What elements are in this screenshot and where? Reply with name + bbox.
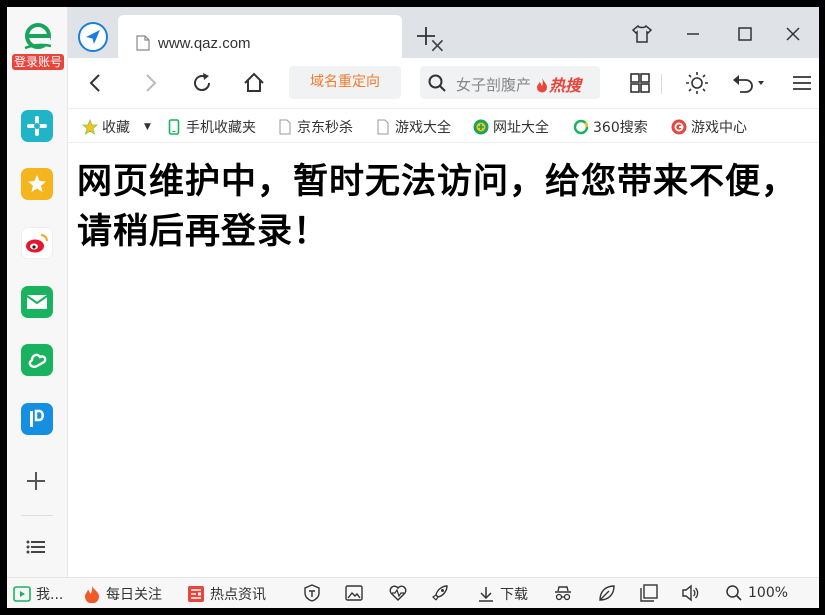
navigation-icon[interactable]: [77, 21, 109, 53]
apps-grid-icon[interactable]: [628, 71, 652, 95]
bookmark-label: 游戏中心: [691, 120, 747, 136]
news-icon: [188, 586, 204, 602]
shield-icon[interactable]: [303, 584, 321, 602]
maximize-icon[interactable]: [734, 23, 756, 45]
refresh-icon[interactable]: [190, 71, 214, 95]
bookmark-label: 360搜索: [593, 120, 648, 136]
daily-follow-label: 每日关注: [106, 587, 162, 603]
bookmark-360-search[interactable]: 360搜索: [573, 117, 648, 137]
login-label: 登录账号: [11, 54, 64, 70]
bookmark-label: 京东秒杀: [297, 120, 353, 136]
browser-logo-icon: [24, 23, 52, 50]
page-content: 网页维护中，暂时无法访问，给您带来不便，请稍后再登录！: [68, 143, 819, 577]
back-icon[interactable]: [84, 71, 108, 95]
brightness-icon[interactable]: [685, 71, 709, 95]
heartbeat-icon[interactable]: [389, 584, 407, 602]
download-item[interactable]: 下载: [477, 584, 528, 604]
image-icon[interactable]: [345, 584, 363, 602]
bookmark-label: 游戏大全: [395, 120, 451, 136]
bookmark-label: 手机收藏夹: [186, 120, 256, 136]
doc-icon: [279, 119, 291, 135]
bookmark-game-center[interactable]: 游戏中心: [671, 117, 747, 137]
cloud-icon[interactable]: [21, 344, 53, 376]
flame-icon: [85, 586, 99, 603]
search-input[interactable]: 女子剖腹产: [456, 74, 536, 95]
sidebar-divider: [21, 515, 53, 516]
bookmark-games[interactable]: 游戏大全: [375, 117, 455, 137]
search-icon: [428, 74, 446, 92]
web-nav-icon: [473, 119, 489, 135]
add-icon[interactable]: [24, 469, 48, 493]
list-menu-icon[interactable]: [26, 539, 46, 555]
bookmark-label: 网址大全: [493, 120, 549, 136]
page-icon: [136, 35, 150, 51]
tab-title: www.qaz.com: [158, 35, 251, 52]
browser-window: 登录账号 www.qaz.com × 域名重定向 女子剖腹产 热搜 收藏 ▼ 手…: [7, 7, 819, 608]
bookmark-mobile-favorites[interactable]: 手机收藏夹: [166, 117, 256, 137]
hot-news-item[interactable]: 热点资讯: [187, 584, 266, 604]
plugin-icon[interactable]: [21, 110, 53, 142]
new-tab-icon[interactable]: [415, 25, 437, 47]
star-icon: [82, 119, 98, 135]
game-center-icon: [671, 119, 687, 135]
home-icon[interactable]: [242, 71, 266, 95]
download-icon: [479, 587, 493, 602]
status-bar: 我... 每日关注 热点资讯 下载 100%: [7, 577, 819, 608]
tab-active[interactable]: www.qaz.com ×: [118, 15, 446, 58]
bookmark-web-nav[interactable]: 网址大全: [473, 117, 549, 137]
maintenance-message: 网页维护中，暂时无法访问，给您带来不便，请稍后再登录！: [77, 162, 798, 252]
rocket-icon[interactable]: [431, 584, 449, 602]
player-label: 我...: [36, 587, 64, 603]
zoom-item[interactable]: 100%: [725, 584, 788, 602]
sidebar: 登录账号: [7, 7, 68, 577]
close-window-icon[interactable]: [782, 23, 804, 45]
hot-search-label[interactable]: 热搜: [536, 72, 581, 96]
player-item[interactable]: 我...: [13, 584, 63, 604]
bookmark-jd-flash[interactable]: 京东秒杀: [277, 117, 353, 137]
hot-news-label: 热点资讯: [210, 587, 266, 603]
menu-icon[interactable]: [790, 71, 814, 95]
doc-icon: [377, 119, 389, 135]
zoom-level: 100%: [748, 585, 789, 601]
undo-icon[interactable]: [730, 71, 766, 95]
play-icon: [13, 586, 31, 602]
toolbar-divider: [661, 74, 662, 94]
window-icon[interactable]: [640, 584, 658, 602]
mail-icon[interactable]: [21, 286, 53, 318]
360-search-icon: [573, 119, 589, 135]
minimize-icon[interactable]: [682, 23, 704, 45]
forward-icon[interactable]: [138, 71, 162, 95]
zoom-icon: [726, 585, 742, 601]
bookmark-favorites[interactable]: 收藏 ▼: [82, 117, 151, 137]
daily-follow-item[interactable]: 每日关注: [83, 584, 162, 604]
login-account[interactable]: 登录账号: [9, 21, 67, 81]
skin-icon[interactable]: [631, 23, 653, 45]
volume-icon[interactable]: [681, 584, 699, 602]
dropdown-arrow-icon[interactable]: ▼: [144, 122, 151, 132]
flame-icon: [537, 78, 547, 93]
hot-search-text: 热搜: [549, 76, 582, 95]
bookmark-label: 收藏: [102, 120, 130, 136]
search-box[interactable]: 女子剖腹产 热搜: [420, 66, 600, 99]
weibo-icon[interactable]: [21, 227, 53, 259]
tab-bar: www.qaz.com ×: [68, 7, 819, 58]
incognito-icon[interactable]: [554, 584, 572, 602]
favorites-icon[interactable]: [21, 168, 53, 200]
leaf-icon[interactable]: [598, 584, 616, 602]
toolbar: 域名重定向 女子剖腹产 热搜: [68, 58, 819, 109]
download-label: 下载: [500, 587, 528, 603]
bookmarks-bar: 收藏 ▼ 手机收藏夹 京东秒杀 游戏大全 网址大全 360搜索 游戏中心: [68, 109, 819, 143]
domain-redirect-button[interactable]: 域名重定向: [289, 66, 401, 99]
pdf-icon[interactable]: [21, 403, 53, 435]
phone-icon: [168, 119, 180, 135]
